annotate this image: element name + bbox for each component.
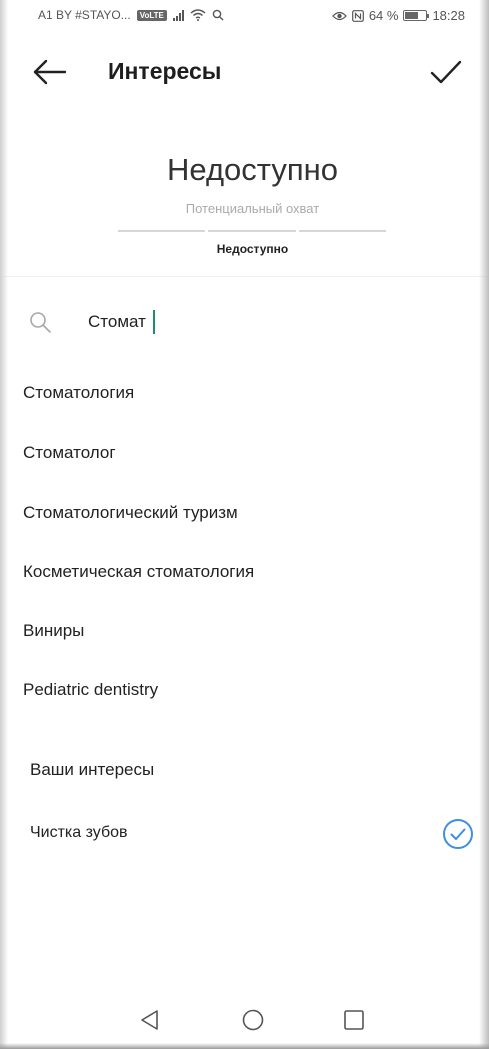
clock: 18:28 (432, 8, 465, 23)
carrier-name: A1 BY #STAYO... (38, 8, 131, 22)
battery-icon (403, 10, 430, 21)
reach-meter-segment (298, 230, 386, 232)
result-item[interactable]: Стоматология (23, 383, 134, 403)
search-input[interactable] (88, 306, 428, 338)
nav-recents-icon[interactable] (343, 1009, 365, 1031)
reach-label: Потенциальный охват (185, 201, 320, 216)
check-circle-icon[interactable] (442, 818, 474, 850)
result-item[interactable]: Стоматолог (23, 443, 116, 463)
screen-edge-shadow (0, 1043, 489, 1049)
search-icon (30, 312, 51, 333)
signal-icon (172, 9, 184, 21)
result-item[interactable]: Pediatric dentistry (23, 680, 158, 700)
screen-edge-shadow (479, 0, 489, 1049)
your-interests-heading: Ваши интересы (30, 760, 155, 779)
divider (0, 276, 489, 277)
text-cursor (153, 310, 155, 334)
reach-status: Недоступно (216, 242, 289, 256)
result-item[interactable]: Косметическая стоматология (23, 562, 254, 582)
nfc-icon (351, 9, 364, 22)
reach-meter-segment (208, 230, 296, 232)
reach-meter-segment (118, 230, 206, 232)
result-item[interactable]: Виниры (23, 621, 84, 641)
selected-interest-label[interactable]: Чистка зубов (30, 824, 128, 842)
arrow-left-icon[interactable] (30, 52, 70, 92)
result-item[interactable]: Стоматологический туризм (23, 503, 238, 523)
wifi-icon (190, 9, 206, 21)
status-bar: A1 BY #STAYO... VoLTE 64 % 18:28 (0, 0, 489, 34)
screen-edge-shadow (0, 0, 8, 1049)
reach-meter (118, 230, 386, 232)
volte-badge: VoLTE (136, 9, 167, 21)
nav-home-icon[interactable] (241, 1008, 265, 1032)
nav-back-icon[interactable] (138, 1008, 162, 1032)
app-screen: A1 BY #STAYO... VoLTE 64 % 18:28 Интерес… (0, 0, 489, 1049)
page-title: Интересы (108, 58, 222, 84)
eye-icon (331, 11, 347, 20)
search-notification-icon (212, 9, 224, 21)
check-icon[interactable] (426, 52, 466, 92)
top-app-bar: Интересы (0, 46, 489, 96)
reach-value: Недоступно (167, 152, 338, 187)
battery-percent: 64 % (368, 8, 399, 23)
